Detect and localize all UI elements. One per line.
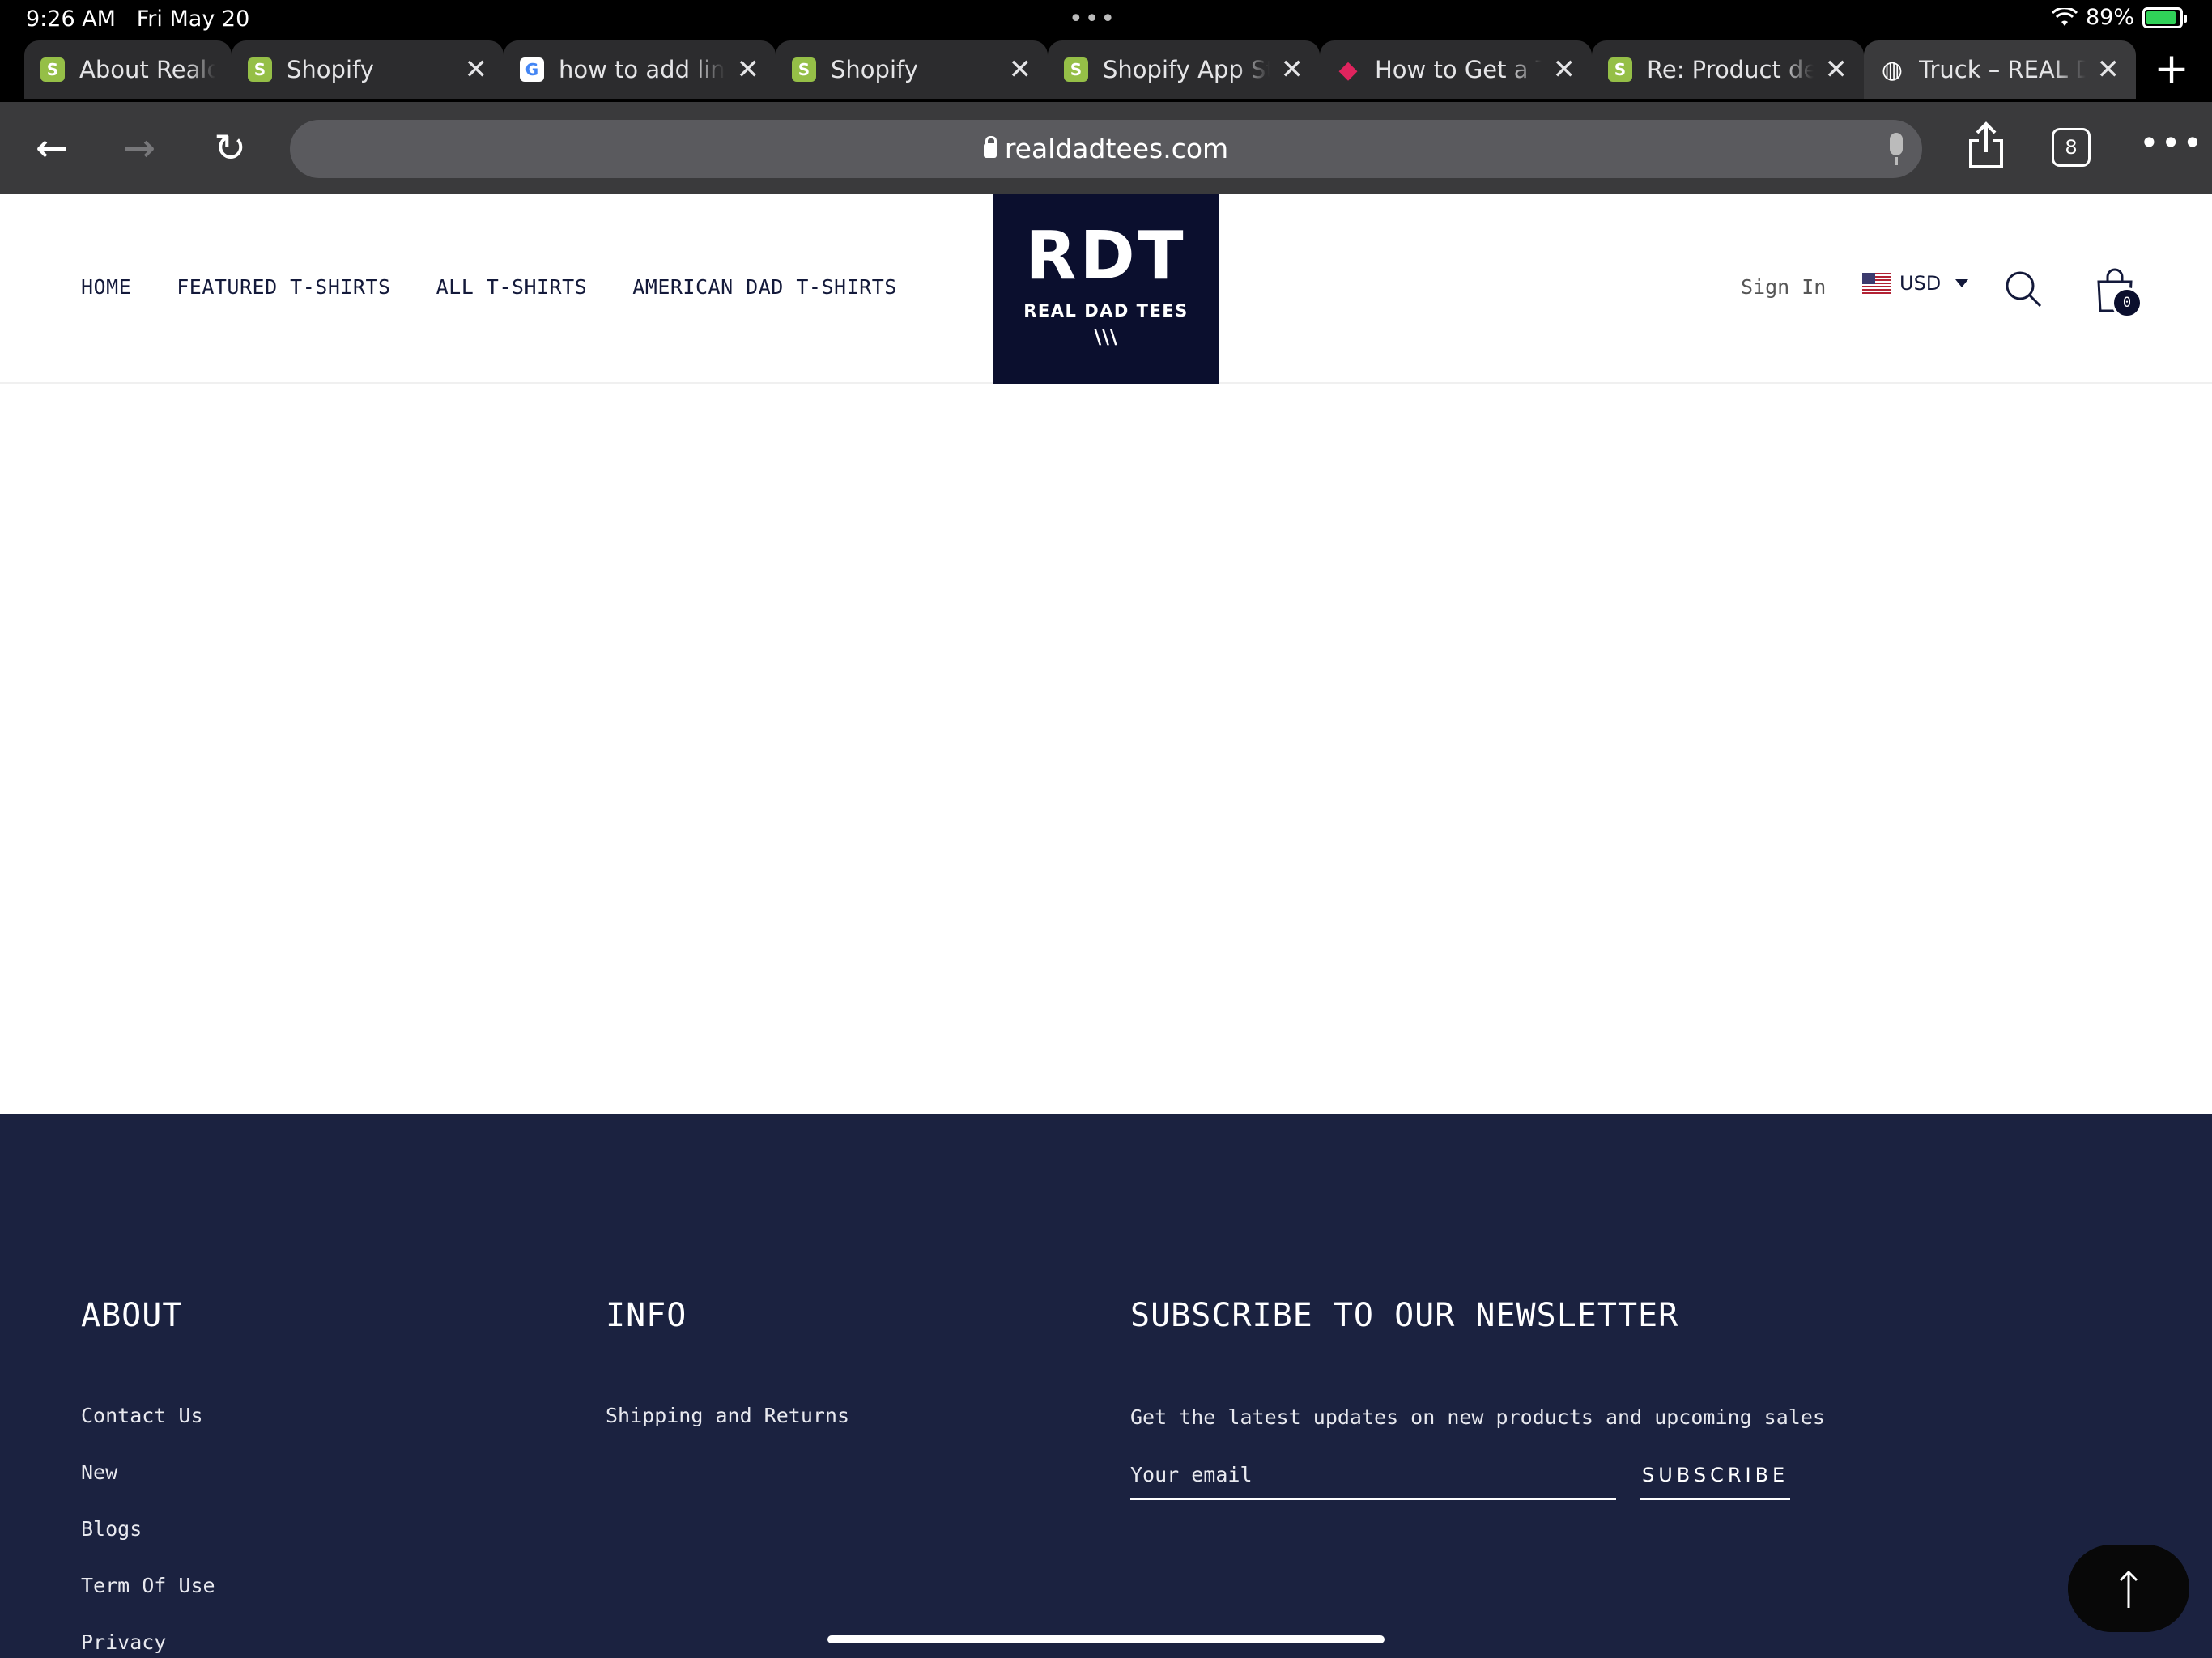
shopify-icon: S: [792, 57, 816, 82]
newsletter-form: SUBSCRIBE: [1130, 1460, 1825, 1500]
footer-link-shipping-returns[interactable]: Shipping and Returns: [606, 1405, 849, 1426]
shopify-icon: S: [248, 57, 272, 82]
scroll-to-top-button[interactable]: [2068, 1545, 2189, 1632]
tab-truck-active[interactable]: ◍ Truck – REAL D ✕: [1864, 40, 2136, 99]
globe-icon: ◍: [1881, 55, 1904, 84]
main-nav: HOME FEATURED T-SHIRTS ALL T-SHIRTS AMER…: [81, 275, 897, 299]
address-url: realdadtees.com: [290, 133, 1922, 164]
back-icon[interactable]: ←: [28, 125, 76, 173]
caret-down-icon: [1955, 279, 1969, 287]
newsletter-email-input[interactable]: [1130, 1460, 1616, 1500]
footer-link-contact-us[interactable]: Contact Us: [81, 1405, 215, 1426]
footer-link-term-of-use[interactable]: Term Of Use: [81, 1575, 215, 1596]
footer-info-title: INFO: [606, 1297, 687, 1334]
red-bird-icon: ◆: [1338, 55, 1358, 84]
cart-count-badge[interactable]: 0: [2112, 287, 2142, 318]
tab-about-realdad[interactable]: S About Realdad: [24, 40, 232, 99]
close-icon[interactable]: ✕: [1553, 53, 1576, 86]
tab-shopify-1[interactable]: S Shopify ✕: [232, 40, 504, 99]
status-time: 9:26 AM Fri May 20: [26, 6, 249, 32]
tab-label: Shopify: [287, 56, 374, 83]
status-date-text: Fri May 20: [136, 6, 250, 32]
site-header: HOME FEATURED T-SHIRTS ALL T-SHIRTS AMER…: [0, 194, 2212, 384]
lock-icon: [983, 136, 997, 158]
search-icon[interactable]: [2003, 269, 2044, 309]
tab-strip: S About Realdad S Shopify ✕ G how to add…: [0, 37, 2212, 102]
tab-label: how to add link: [559, 56, 725, 83]
footer-about-links: Contact Us New Blogs Term Of Use Privacy: [81, 1405, 215, 1653]
footer-info: INFO Shipping and Returns: [606, 1297, 849, 1462]
shopify-icon: S: [40, 57, 65, 82]
tab-how-to-get[interactable]: ◆ How to Get a Ti ✕: [1320, 40, 1592, 99]
logo-marks: \\\: [1094, 325, 1118, 348]
footer-about-title: ABOUT: [81, 1297, 183, 1334]
tab-label: About Realdad: [79, 56, 215, 83]
nav-featured-t-shirts[interactable]: FEATURED T-SHIRTS: [177, 275, 390, 299]
logo-monogram: RDT: [1025, 218, 1187, 295]
tab-label: Truck – REAL D: [1919, 56, 2086, 83]
wifi-icon: [2051, 7, 2078, 26]
sign-in-link[interactable]: Sign In: [1741, 275, 1826, 299]
tab-product-desc[interactable]: S Re: Product des ✕: [1592, 40, 1864, 99]
footer-link-new[interactable]: New: [81, 1462, 215, 1483]
close-icon[interactable]: ✕: [1281, 53, 1304, 86]
tab-label: Re: Product des: [1647, 56, 1814, 83]
tab-label: Shopify: [831, 56, 918, 83]
close-icon[interactable]: ✕: [2097, 53, 2121, 86]
footer-info-links: Shipping and Returns: [606, 1405, 849, 1426]
tab-label: How to Get a Ti: [1375, 56, 1542, 83]
url-text: realdadtees.com: [1004, 133, 1229, 164]
shopify-icon: S: [1608, 57, 1632, 82]
close-icon[interactable]: ✕: [465, 53, 488, 86]
browser-toolbar: ← → ↻ realdadtees.com 8 •••: [0, 102, 2212, 194]
multitask-dots-icon[interactable]: •••: [1069, 5, 1117, 33]
tab-overview-button[interactable]: 8: [2052, 128, 2091, 167]
microphone-icon[interactable]: [1890, 133, 1903, 165]
forward-icon[interactable]: →: [115, 125, 164, 173]
close-icon[interactable]: ✕: [1825, 53, 1848, 86]
footer-newsletter: SUBSCRIBE TO OUR NEWSLETTER Get the late…: [1130, 1297, 1825, 1500]
more-options-icon[interactable]: •••: [2139, 123, 2204, 163]
tab-label: Shopify App Sto: [1103, 56, 1270, 83]
share-icon[interactable]: [1966, 121, 2006, 170]
status-bar: 9:26 AM Fri May 20 ••• 89%: [0, 0, 2212, 37]
address-bar[interactable]: realdadtees.com: [290, 120, 1922, 178]
nav-all-t-shirts[interactable]: ALL T-SHIRTS: [436, 275, 588, 299]
currency-selector[interactable]: USD: [1862, 272, 1969, 295]
footer-about: ABOUT Contact Us New Blogs Term Of Use P…: [81, 1297, 215, 1658]
reload-icon[interactable]: ↻: [206, 125, 254, 173]
new-tab-icon[interactable]: +: [2147, 45, 2196, 94]
close-icon[interactable]: ✕: [1009, 53, 1032, 86]
home-indicator[interactable]: [827, 1635, 1385, 1643]
tab-google-search[interactable]: G how to add link ✕: [504, 40, 776, 99]
us-flag-icon: [1862, 273, 1891, 294]
nav-american-dad-t-shirts[interactable]: AMERICAN DAD T-SHIRTS: [632, 275, 897, 299]
close-icon[interactable]: ✕: [737, 53, 760, 86]
logo-wordmark: REAL DAD TEES: [1023, 301, 1189, 321]
currency-label: USD: [1899, 272, 1942, 295]
newsletter-title: SUBSCRIBE TO OUR NEWSLETTER: [1130, 1297, 1679, 1334]
footer-link-privacy[interactable]: Privacy: [81, 1632, 215, 1653]
battery-percent: 89%: [2085, 5, 2134, 30]
status-time-text: 9:26 AM: [26, 6, 116, 32]
shopify-icon: S: [1064, 57, 1088, 82]
tab-shopify-app-store[interactable]: S Shopify App Sto ✕: [1048, 40, 1320, 99]
google-icon: G: [520, 57, 544, 82]
newsletter-description: Get the latest updates on new products a…: [1130, 1405, 1825, 1429]
subscribe-button[interactable]: SUBSCRIBE: [1640, 1460, 1791, 1500]
site-footer: ABOUT Contact Us New Blogs Term Of Use P…: [0, 1114, 2212, 1658]
footer-link-blogs[interactable]: Blogs: [81, 1519, 215, 1540]
tab-shopify-2[interactable]: S Shopify ✕: [776, 40, 1048, 99]
status-right: 89%: [2051, 5, 2187, 30]
nav-home[interactable]: HOME: [81, 275, 131, 299]
battery-icon: [2142, 6, 2187, 28]
site-logo[interactable]: RDT REAL DAD TEES \\\: [993, 194, 1219, 384]
